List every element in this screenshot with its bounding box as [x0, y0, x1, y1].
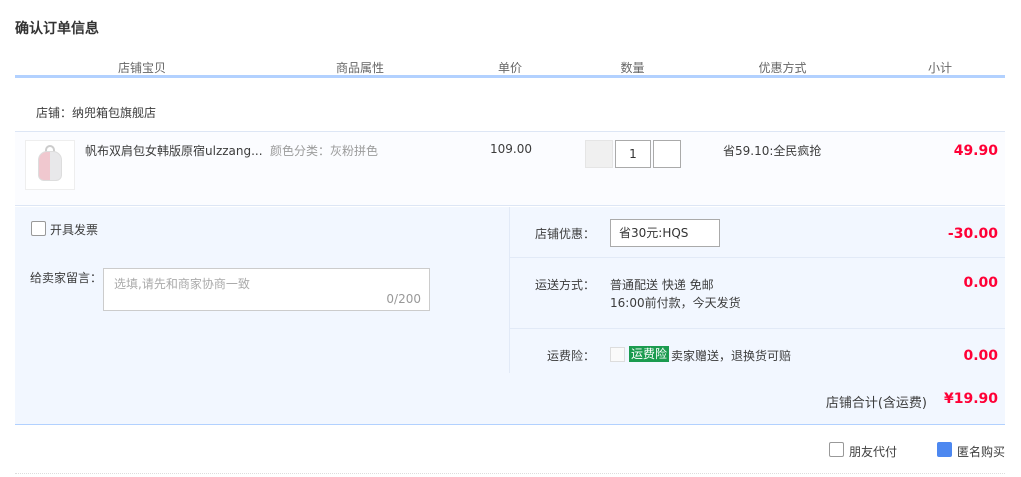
shop-charges: 店铺优惠： 省30元:HQS -30.00 运送方式： 普通配送 快递 免邮 1… — [510, 207, 1005, 373]
friend-pay-checkbox[interactable] — [829, 442, 844, 457]
shop-total-value: ¥19.90 — [943, 391, 998, 407]
order-item-row: 帆布双肩包女韩版原宿ulzzang... 颜色分类：灰粉拼色 109.00 1 … — [15, 131, 1005, 206]
invoice-checkbox[interactable] — [31, 221, 46, 236]
quantity-input[interactable]: 1 — [615, 140, 651, 168]
shop-total-label: 店铺合计(含运费) — [825, 396, 927, 411]
shop-total-row: 店铺合计(含运费) ¥19.90 — [15, 373, 1005, 425]
seller-message-placeholder: 选填,请先和商家协商一致 — [114, 277, 250, 291]
char-counter: 0/200 — [386, 292, 421, 306]
shop-name: 店铺：纳兜箱包旗舰店 — [36, 106, 157, 120]
col-attribute: 商品属性 — [335, 61, 384, 75]
column-divider — [571, 72, 573, 75]
section-title: 确认订单信息 — [15, 21, 99, 37]
quantity-increase-button[interactable] — [653, 140, 681, 168]
shipping-method: 普通配送 快递 免邮 16:00前付款，今天发货 — [610, 276, 741, 312]
shop-coupon-label: 店铺优惠： — [535, 227, 596, 241]
product-attribute: 颜色分类：灰粉拼色 — [270, 144, 379, 158]
shipping-method-line: 普通配送 快递 免邮 — [610, 278, 714, 292]
backpack-icon — [38, 151, 62, 181]
shipping-time-line: 16:00前付款，今天发货 — [610, 296, 741, 310]
promo-info: 省59.10:全民疯抢 — [723, 144, 822, 158]
column-divider — [692, 72, 694, 75]
shop-coupon-select[interactable]: 省30元:HQS — [610, 219, 720, 247]
col-price: 单价 — [497, 61, 522, 75]
column-divider — [873, 72, 875, 75]
col-subtotal: 小计 — [927, 61, 952, 75]
footer-divider — [15, 473, 1005, 474]
order-options-panel: 开具发票 给卖家留言： 选填,请先和商家协商一致 0/200 店铺优惠： 省30… — [15, 207, 1005, 373]
quantity-decrease-button[interactable] — [585, 140, 613, 168]
invoice-label[interactable]: 开具发票 — [50, 221, 98, 238]
anonymous-label[interactable]: 匿名购买 — [957, 443, 1005, 460]
shipping-amount: 0.00 — [963, 275, 998, 291]
col-promo: 优惠方式 — [758, 61, 807, 75]
insurance-amount: 0.00 — [963, 348, 998, 364]
product-thumbnail[interactable] — [25, 140, 75, 190]
shipping-label: 运送方式： — [535, 278, 596, 292]
insurance-label: 运费险： — [547, 349, 596, 363]
insurance-description: 卖家赠送，退换货可赔 — [671, 349, 792, 363]
column-divider — [451, 72, 453, 75]
seller-message-textarea[interactable]: 选填,请先和商家协商一致 0/200 — [103, 268, 430, 311]
row-divider — [510, 257, 1005, 258]
col-shop-item: 店铺宝贝 — [117, 61, 166, 75]
product-title-link[interactable]: 帆布双肩包女韩版原宿ulzzang... — [85, 142, 265, 159]
column-header: 店铺宝贝 商品属性 单价 数量 优惠方式 小计 — [15, 56, 1005, 78]
friend-pay-label[interactable]: 朋友代付 — [849, 443, 897, 460]
col-quantity: 数量 — [620, 61, 645, 75]
unit-price: 109.00 — [490, 142, 532, 156]
seller-message-label: 给卖家留言： — [30, 271, 103, 285]
insurance-badge: 运费险 — [629, 346, 670, 362]
buyer-options: 开具发票 给卖家留言： 选填,请先和商家协商一致 0/200 — [15, 207, 510, 373]
shop-coupon-amount: -30.00 — [947, 226, 998, 242]
column-divider — [269, 72, 271, 75]
item-subtotal: 49.90 — [953, 143, 998, 159]
insurance-checkbox[interactable] — [610, 347, 625, 362]
anonymous-checkbox[interactable] — [937, 442, 952, 457]
row-divider — [510, 328, 1005, 329]
